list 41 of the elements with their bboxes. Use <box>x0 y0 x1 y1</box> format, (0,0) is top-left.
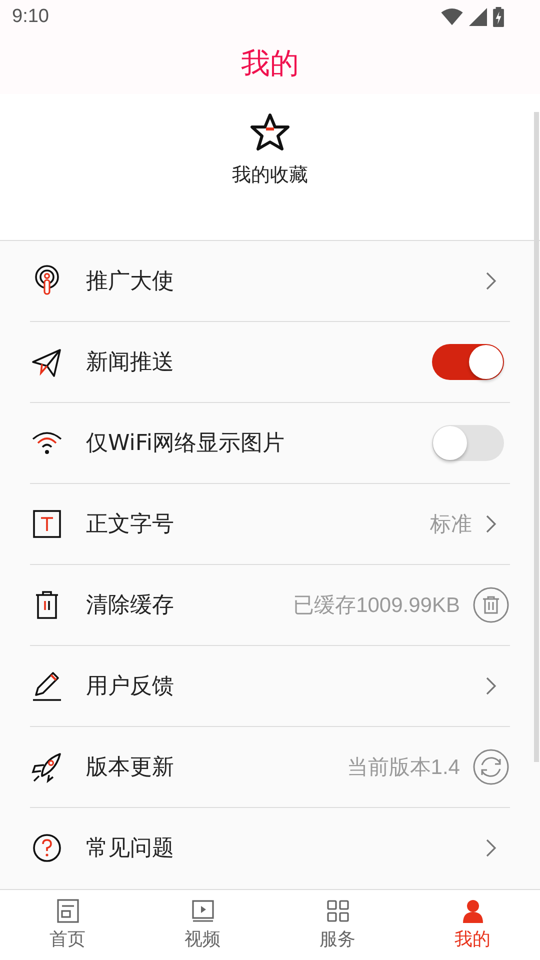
trash-icon[interactable] <box>472 586 510 624</box>
tab-item[interactable]: 视频 <box>135 890 270 960</box>
toggle-switch[interactable] <box>432 344 504 380</box>
setting-label: 用户反馈 <box>86 672 175 701</box>
settings-row[interactable]: 正文字号 标准 <box>30 484 510 565</box>
setting-label: 版本更新 <box>86 754 175 782</box>
battery-icon <box>493 7 504 28</box>
tab-item[interactable]: 我的 <box>405 890 540 960</box>
settings-row[interactable]: 推广大使 <box>30 240 510 322</box>
wifi-icon <box>441 8 463 26</box>
setting-label: 正文字号 <box>86 510 175 539</box>
chevron-icon <box>484 270 498 291</box>
tab-item[interactable]: 首页 <box>0 890 135 960</box>
status-time: 9:10 <box>12 6 49 28</box>
toggle-switch[interactable] <box>432 424 504 461</box>
setting-label: 常见问题 <box>86 835 175 864</box>
chevron-icon <box>484 838 498 858</box>
setting-label: 新闻推送 <box>86 348 175 377</box>
page-title: 我的 <box>241 45 299 82</box>
signal-icon <box>469 8 487 26</box>
setting-label: 推广大使 <box>86 268 175 296</box>
tab-item[interactable]: 服务 <box>270 890 405 960</box>
news-icon <box>54 898 80 924</box>
setting-value: 标准 <box>430 512 472 538</box>
setting-label: 清除缓存 <box>86 592 175 620</box>
settings-row[interactable]: 版本更新 当前版本1.4 <box>30 726 510 808</box>
chevron-icon <box>484 676 498 696</box>
settings-row[interactable]: 常见问题 <box>30 808 510 889</box>
setting-value: 已缓存1009.99KB <box>293 592 460 619</box>
settings-row[interactable]: 仅WiFi网络显示图片 <box>30 402 510 484</box>
star-icon[interactable] <box>250 112 290 152</box>
setting-value: 当前版本1.4 <box>346 754 460 781</box>
video-icon <box>190 898 216 924</box>
settings-row[interactable]: 清除缓存 已缓存1009.99KB <box>30 564 510 646</box>
grid-icon <box>324 898 350 924</box>
favorites-label: 我的收藏 <box>232 162 308 188</box>
setting-label: 仅WiFi网络显示图片 <box>86 430 286 458</box>
refresh-icon[interactable] <box>472 748 510 786</box>
chevron-icon <box>484 514 498 534</box>
settings-row[interactable]: 新闻推送 <box>30 322 510 403</box>
settings-row[interactable]: 用户反馈 <box>30 646 510 727</box>
